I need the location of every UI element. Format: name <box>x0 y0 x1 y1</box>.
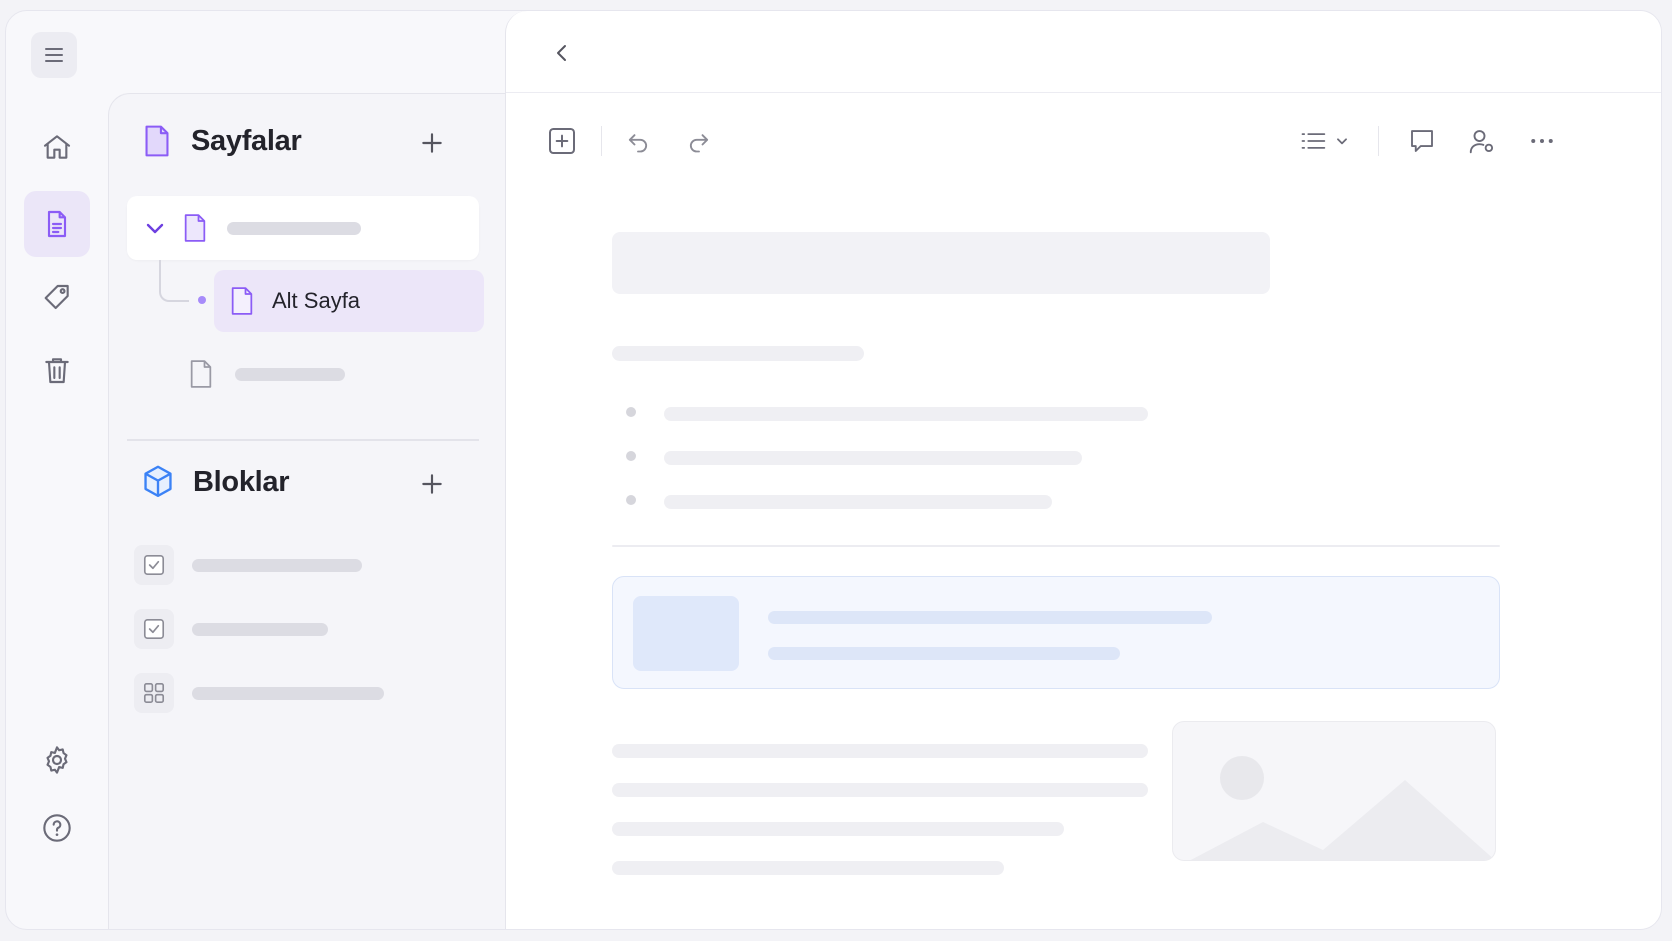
pages-panel: Sayfalar Alt Sayfa Bloklar <box>108 93 505 929</box>
list-view-icon <box>1301 133 1326 149</box>
block-item[interactable] <box>134 606 328 652</box>
editor-area <box>505 11 1661 929</box>
add-block-button[interactable] <box>415 467 449 501</box>
grid-icon <box>134 673 174 713</box>
comment-button[interactable] <box>1402 121 1442 161</box>
page-tree-item[interactable] <box>187 344 477 404</box>
paragraph-line-placeholder <box>612 744 1148 758</box>
trash-icon <box>45 358 69 384</box>
page-icon <box>190 360 212 388</box>
toolbar-separator <box>601 126 602 156</box>
more-icon <box>1531 139 1553 143</box>
share-user-icon <box>1469 130 1494 154</box>
more-options-button[interactable] <box>1522 121 1562 161</box>
app-window: Sayfalar Alt Sayfa Bloklar <box>5 10 1662 930</box>
card-description-placeholder <box>768 647 1120 660</box>
subtitle-placeholder <box>612 346 864 361</box>
page-title-placeholder <box>227 221 361 235</box>
checkbox-icon <box>134 545 174 585</box>
document-icon <box>47 210 67 238</box>
menu-icon <box>45 48 63 62</box>
home-icon <box>43 135 71 159</box>
block-item[interactable] <box>134 542 362 588</box>
pages-header: Sayfalar <box>141 124 302 158</box>
add-block-toolbar-button[interactable] <box>542 121 582 161</box>
add-block-icon <box>549 128 575 154</box>
plus-icon <box>422 474 442 494</box>
menu-button[interactable] <box>31 32 77 78</box>
toolbar-separator <box>1378 126 1379 156</box>
bullet-point <box>626 495 636 505</box>
list-item-placeholder <box>664 451 1082 465</box>
chevron-down-icon <box>1337 138 1347 145</box>
redo-button[interactable] <box>679 121 719 161</box>
comment-icon <box>1411 130 1433 152</box>
home-button[interactable] <box>24 114 90 180</box>
bullet-point <box>626 451 636 461</box>
icon-rail <box>6 11 109 929</box>
back-button[interactable] <box>544 35 580 71</box>
settings-icon <box>46 746 68 774</box>
pages-button[interactable] <box>24 191 90 257</box>
blocks-header: Bloklar <box>141 464 290 500</box>
cube-icon <box>144 465 172 498</box>
help-button[interactable] <box>24 795 90 861</box>
tree-dot <box>198 296 206 304</box>
page-tree-item-alt-sayfa[interactable]: Alt Sayfa <box>214 270 484 332</box>
plus-icon <box>422 133 442 153</box>
block-title-placeholder <box>192 622 328 636</box>
block-title-placeholder <box>192 558 362 572</box>
card-title-placeholder <box>768 611 1212 624</box>
paragraph-line-placeholder <box>612 861 1004 875</box>
share-button[interactable] <box>1462 121 1502 161</box>
paragraph-line-placeholder <box>612 822 1064 836</box>
pages-title: Sayfalar <box>191 124 302 157</box>
tags-button[interactable] <box>24 265 90 331</box>
redo-icon <box>689 134 709 153</box>
title-placeholder <box>612 232 1270 294</box>
block-title-placeholder <box>192 686 384 700</box>
section-divider <box>127 439 479 441</box>
page-icon <box>231 287 253 315</box>
chevron-down-icon[interactable] <box>143 216 167 240</box>
checkbox-icon <box>134 609 174 649</box>
bullet-point <box>626 407 636 417</box>
undo-button[interactable] <box>618 121 658 161</box>
top-bar <box>506 11 1661 93</box>
add-page-button[interactable] <box>415 126 449 160</box>
page-tree-item-parent[interactable] <box>127 196 479 260</box>
list-item-placeholder <box>664 495 1052 509</box>
list-item-placeholder <box>664 407 1148 421</box>
tag-icon <box>44 284 69 310</box>
settings-button[interactable] <box>24 727 90 793</box>
image-icon <box>1190 756 1495 860</box>
trash-button[interactable] <box>24 337 90 403</box>
embed-card[interactable] <box>612 576 1500 689</box>
image-placeholder <box>1172 721 1496 861</box>
paragraph-line-placeholder <box>612 783 1148 797</box>
tree-connector <box>159 260 189 302</box>
page-icon <box>145 125 169 157</box>
undo-icon <box>628 134 648 153</box>
page-tree-item-label: Alt Sayfa <box>272 288 361 313</box>
content-divider <box>612 545 1500 547</box>
help-icon <box>43 814 71 842</box>
blocks-title: Bloklar <box>193 465 290 498</box>
page-title-placeholder <box>235 367 345 381</box>
view-mode-dropdown[interactable] <box>1292 121 1356 161</box>
chevron-left-icon <box>557 45 566 61</box>
block-item[interactable] <box>134 670 384 716</box>
page-icon <box>184 214 206 242</box>
card-thumbnail <box>633 596 739 671</box>
